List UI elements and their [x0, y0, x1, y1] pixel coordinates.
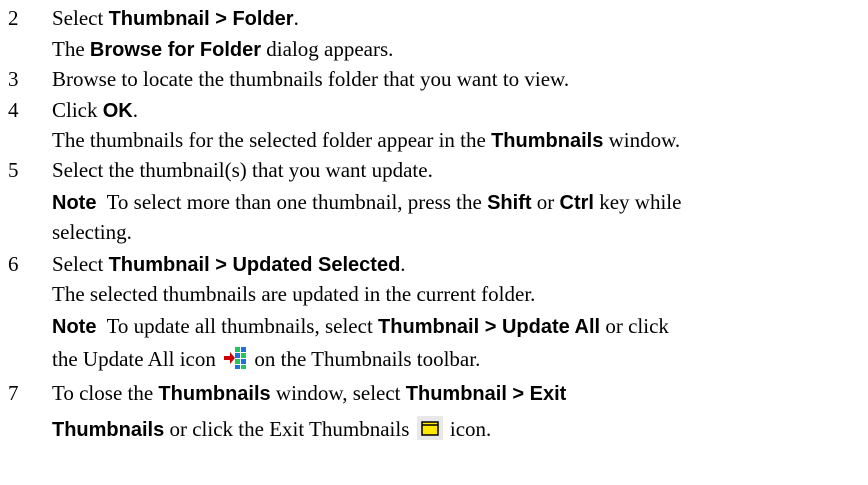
step-text: Click [52, 98, 103, 122]
result-text: The thumbnails for the selected folder a… [52, 128, 492, 152]
key-name: Ctrl [559, 192, 594, 214]
step-number: 2 [8, 6, 19, 30]
step-text: Browse to locate the thumbnails folder t… [52, 67, 570, 91]
note-text: To update all thumbnails, select [96, 314, 379, 338]
step-5-note-cont: selecting. [52, 219, 132, 245]
window-name: Thumbnails [491, 130, 604, 152]
dialog-name: Browse for Folder [89, 39, 262, 61]
step-text: . [400, 252, 406, 276]
note-label: Note [52, 192, 97, 214]
step-text: window, select [270, 381, 406, 405]
step-number: 4 [8, 98, 19, 122]
note-text: or click [600, 314, 669, 338]
step-text: Select [52, 252, 109, 276]
document-page: { "steps": { "s2": { "num": "2", "pre": … [0, 0, 868, 485]
result-text: The [52, 37, 90, 61]
step-6-note: Note To update all thumbnails, select Th… [52, 313, 669, 340]
menu-path: Thumbnail > Updated Selected [108, 254, 401, 276]
step-4-result: The thumbnails for the selected folder a… [52, 127, 680, 154]
note-label: Note [52, 316, 97, 338]
note-text: or [531, 190, 560, 214]
note-text: on the Thumbnails toolbar. [249, 347, 481, 371]
note-text: key while [593, 190, 682, 214]
menu-path: Thumbnail > Update All [378, 316, 601, 338]
step-number: 7 [8, 381, 19, 405]
step-text: To close the [52, 381, 159, 405]
step-text: or click the Exit Thumbnails [164, 417, 415, 441]
step-7-cont: Thumbnails or click the Exit Thumbnails … [52, 416, 491, 446]
step-text: icon. [444, 417, 492, 441]
update-all-icon [223, 346, 248, 376]
button-name: OK [102, 100, 133, 122]
step-text: . [132, 98, 138, 122]
step-number: 3 [8, 67, 19, 91]
folder-exit-icon [416, 416, 443, 446]
step-6-note-cont: the Update All icon on the Thumbnails to… [52, 346, 480, 376]
note-text: the Update All icon [52, 347, 222, 371]
result-text: The selected thumbnails are updated in t… [52, 282, 536, 306]
result-text: dialog appears. [261, 37, 394, 61]
step-6-result: The selected thumbnails are updated in t… [52, 281, 535, 307]
result-text: window. [603, 128, 681, 152]
step-2-result: The Browse for Folder dialog appears. [52, 36, 393, 63]
step-text: Select the thumbnail(s) that you want up… [52, 158, 433, 182]
key-name: Shift [487, 192, 532, 214]
window-name: Thumbnails [158, 383, 271, 405]
menu-path: Thumbnail > Exit [405, 383, 567, 405]
step-number: 5 [8, 158, 19, 182]
step-text: Select [52, 6, 109, 30]
note-text: selecting. [52, 220, 132, 244]
menu-path: Thumbnail > Folder [108, 8, 294, 30]
menu-path: Thumbnails [52, 419, 165, 441]
step-text: . [293, 6, 299, 30]
note-text: To select more than one thumbnail, press… [96, 190, 488, 214]
step-number: 6 [8, 252, 19, 276]
step-5-note: Note To select more than one thumbnail, … [52, 189, 681, 216]
